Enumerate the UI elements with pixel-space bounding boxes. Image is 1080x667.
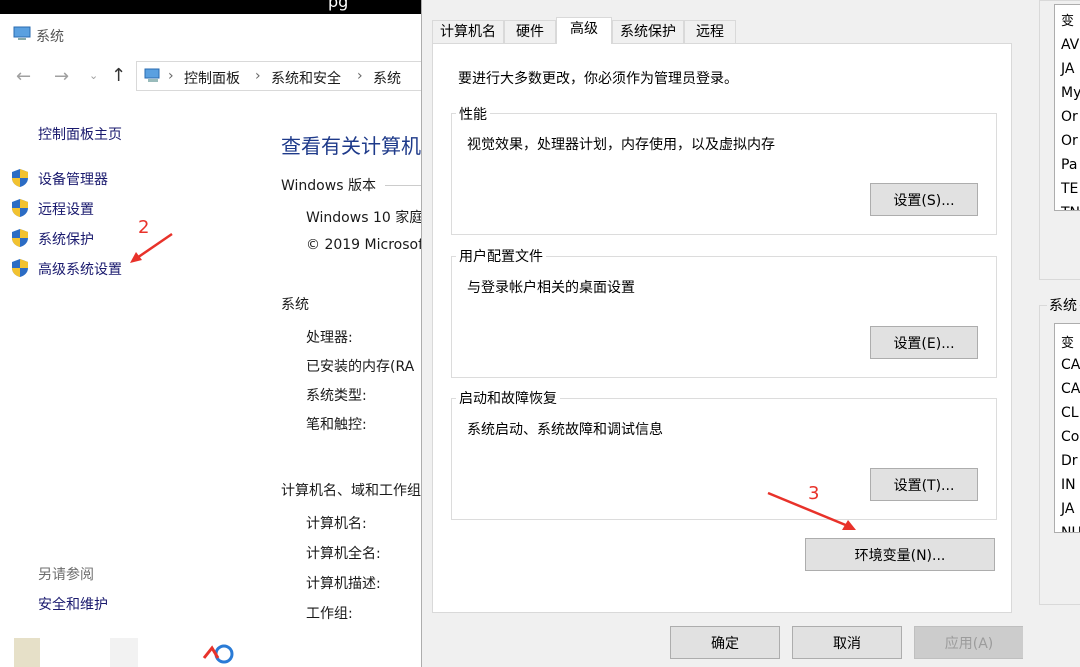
system-vars-title: 系统 [1047,295,1079,315]
background-window-title-fragment: pg [328,0,349,11]
cancel-button[interactable]: 取消 [792,626,902,659]
list-item[interactable]: My [1061,85,1080,101]
taskbar-file-icon[interactable] [14,638,40,667]
security-maintenance-link[interactable]: 安全和维护 [38,594,108,614]
performance-group-title: 性能 [456,104,490,124]
page-title: 查看有关计算机 [281,134,421,158]
list-item[interactable]: AV [1061,37,1079,53]
breadcrumb-system-security[interactable]: 系统和安全 [271,68,341,88]
list-item[interactable]: Co [1061,429,1079,445]
startup-recovery-group [451,398,997,520]
performance-settings-button[interactable]: 设置(S)... [870,183,978,216]
list-item[interactable]: CL [1061,405,1079,421]
list-item[interactable]: Or [1061,109,1078,125]
tab-computer-name[interactable]: 计算机名 [432,20,504,43]
computer-name-section-title: 计算机名、域和工作组 [281,483,421,499]
breadcrumb-control-panel[interactable]: 控制面板 [184,68,240,88]
user-vars-list[interactable]: 变 AV JA My Or Or Pa TE TN [1054,4,1080,211]
breadcrumb-separator: › [357,68,363,84]
list-item[interactable]: Dr [1061,453,1078,469]
forward-arrow-icon[interactable]: → [54,66,69,87]
user-profiles-description: 与登录帐户相关的桌面设置 [467,280,635,296]
taskbar-document-icon[interactable] [110,638,138,667]
environment-variables-window: 变 AV JA My Or Or Pa TE TN 系统 变 CA CA CL … [1023,0,1080,667]
sidebar-item-system-protection[interactable]: 系统保护 [38,229,94,249]
tab-advanced[interactable]: 高级 [556,17,612,44]
back-arrow-icon[interactable]: ← [16,66,31,87]
section-divider [385,185,425,186]
tab-remote[interactable]: 远程 [684,20,736,43]
computer-icon [13,26,31,40]
startup-recovery-group-title: 启动和故障恢复 [456,388,560,408]
list-item[interactable]: IN [1061,477,1076,493]
windows-edition-value: Windows 10 家庭 [306,210,424,226]
list-header[interactable]: 变 [1061,10,1074,29]
list-item[interactable]: Pa [1061,157,1077,173]
user-profiles-group [451,256,997,378]
windows-edition-title: Windows 版本 [281,178,376,194]
workgroup-label: 工作组: [306,606,353,622]
processor-label: 处理器: [306,330,353,346]
system-window: 系统 ← → ⌄ ↑ › 控制面板 › 系统和安全 › 系统 控制面板主页 设备… [0,14,428,667]
computer-description-label: 计算机描述: [306,576,381,592]
performance-group [451,113,997,235]
sidebar-item-device-manager[interactable]: 设备管理器 [38,169,108,189]
computer-name-label: 计算机名: [306,516,367,532]
shield-icon [12,259,28,277]
control-panel-icon [144,68,160,82]
list-item[interactable]: JA [1061,61,1074,77]
list-item[interactable]: NU [1061,525,1080,532]
user-profiles-group-title: 用户配置文件 [456,246,546,266]
taskbar-app-icon[interactable] [196,636,240,667]
environment-variables-button[interactable]: 环境变量(N)... [805,538,995,571]
list-item[interactable]: TE [1061,181,1078,197]
startup-recovery-settings-button[interactable]: 设置(T)... [870,468,978,501]
step-2-arrow-icon [130,232,173,263]
step-3-arrow-icon [767,491,856,530]
shield-icon [12,169,28,187]
ok-button[interactable]: 确定 [670,626,780,659]
pen-touch-label: 笔和触控: [306,417,367,433]
control-panel-home-link[interactable]: 控制面板主页 [38,124,122,144]
system-type-label: 系统类型: [306,388,367,404]
shield-icon [12,199,28,217]
up-arrow-icon[interactable]: ↑ [111,65,126,86]
startup-recovery-description: 系统启动、系统故障和调试信息 [467,422,663,438]
list-item[interactable]: CA [1061,357,1080,373]
breadcrumb-separator: › [168,68,174,84]
breadcrumb-system[interactable]: 系统 [373,68,401,88]
recent-dropdown-icon[interactable]: ⌄ [89,69,98,82]
tab-system-protection[interactable]: 系统保护 [612,20,684,43]
memory-label: 已安装的内存(RA [306,359,415,375]
system-properties-dialog: 计算机名 硬件 高级 系统保护 远程 要进行大多数更改，你必须作为管理员登录。 … [421,0,1024,667]
list-header[interactable]: 变 [1061,332,1074,351]
list-item[interactable]: Or [1061,133,1078,149]
system-section-title: 系统 [281,297,309,313]
copyright-text: © 2019 Microsoft [306,237,429,253]
full-computer-name-label: 计算机全名: [306,546,381,562]
list-item[interactable]: TN [1061,205,1080,210]
sidebar-item-advanced-system-settings[interactable]: 高级系统设置 [38,259,122,279]
shield-icon [12,229,28,247]
system-vars-list[interactable]: 变 CA CA CL Co Dr IN JA NU [1054,323,1080,533]
advanced-tab-panel: 要进行大多数更改，你必须作为管理员登录。 性能 视觉效果，处理器计划，内存使用，… [432,43,1012,613]
list-item[interactable]: JA [1061,501,1074,517]
admin-note: 要进行大多数更改，你必须作为管理员登录。 [458,71,738,87]
list-item[interactable]: CA [1061,381,1080,397]
sidebar-item-remote-settings[interactable]: 远程设置 [38,199,94,219]
apply-button[interactable]: 应用(A) [914,626,1024,659]
user-profiles-settings-button[interactable]: 设置(E)... [870,326,978,359]
window-title: 系统 [36,29,64,45]
see-also-heading: 另请参阅 [38,567,94,583]
performance-description: 视觉效果，处理器计划，内存使用，以及虚拟内存 [467,137,775,153]
breadcrumb-separator: › [255,68,261,84]
tab-hardware[interactable]: 硬件 [504,20,556,43]
